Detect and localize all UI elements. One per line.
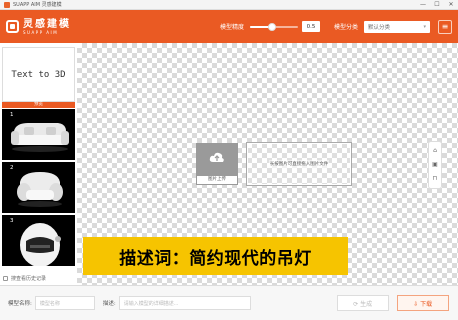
text-to-3d-label: Text to 3D [11, 69, 66, 80]
thumbnail-3[interactable]: 3 [2, 215, 75, 266]
thumbnail-1[interactable]: 1 [2, 109, 75, 160]
precision-slider[interactable] [249, 22, 298, 31]
screenshot-icon[interactable]: ▣ [432, 161, 438, 169]
thumbnail-number: 1 [10, 112, 14, 118]
menu-button[interactable]: ≡ [438, 19, 452, 34]
cloud-upload-icon [209, 152, 224, 162]
category-label: 模型分类 [333, 24, 358, 31]
minimize-icon[interactable]: — [416, 0, 430, 10]
history-icon [3, 275, 8, 281]
description-input[interactable]: 请输入模型的详细描述... [118, 296, 251, 310]
app-header: 灵感建模 SUAPP AIM 模型精度 0.5 模型分类 默认分类 ▾ ≡ [0, 10, 458, 43]
precision-value-input[interactable]: 0.5 [301, 21, 320, 32]
prompt-caption: 描述词：简约现代的吊灯 [83, 237, 348, 275]
bottom-bar: 模型名称: 模型名称 描述: 请输入模型的详细描述... ⟳ 生成 ⇩ 下载 [0, 285, 458, 320]
history-link[interactable]: 搜查看历史记录 [0, 271, 77, 285]
maximize-icon[interactable]: ☐ [430, 0, 444, 10]
precision-label: 模型精度 [219, 24, 244, 31]
thumbnail-2[interactable]: 2 [2, 162, 75, 213]
download-button[interactable]: ⇩ 下载 [396, 295, 449, 311]
model-name-label: 模型名称: [8, 301, 32, 307]
thumbnail-number: 2 [10, 165, 14, 171]
image-drop-zone[interactable]: 长按图片可直接拖入图片文件 [246, 142, 352, 186]
logo-subtitle: SUAPP AIM [23, 29, 59, 35]
window-controls: — ☐ ✕ [416, 0, 458, 10]
window-title: SUAPP AIM 灵感建模 [13, 2, 62, 8]
app-icon [4, 1, 10, 8]
caption-text: 描述词：简约现代的吊灯 [119, 248, 312, 269]
title-bar: SUAPP AIM 灵感建模 — ☐ ✕ [0, 0, 458, 10]
logo: 灵感建模 SUAPP AIM [6, 19, 71, 35]
history-label: 搜查看历史记录 [11, 275, 47, 282]
home-icon[interactable]: ⌂ [433, 147, 437, 155]
logo-mark-icon [6, 20, 19, 33]
sidebar: Text to 3D 预览 1 2 3 搜查看历史记录 [0, 43, 77, 285]
header-controls: 模型精度 0.5 模型分类 默认分类 ▾ ≡ [219, 19, 458, 34]
upload-label: 图片上传 [196, 175, 238, 185]
logo-title: 灵感建模 [23, 18, 71, 30]
description-label: 描述: [102, 301, 116, 307]
slider-thumb[interactable] [267, 22, 276, 31]
category-selected-value: 默认分类 [368, 24, 391, 31]
frame-icon[interactable]: ⊓ [433, 175, 438, 183]
view-toolbar: ⌂ ▣ ⊓ [428, 141, 442, 189]
chevron-down-icon: ▾ [423, 23, 426, 30]
text-to-3d-card[interactable]: Text to 3D [2, 47, 75, 102]
model-name-input[interactable]: 模型名称 [34, 296, 95, 310]
upload-button[interactable]: 图片上传 [196, 143, 238, 185]
close-icon[interactable]: ✕ [444, 0, 458, 10]
thumbnail-number: 3 [10, 218, 14, 224]
category-select[interactable]: 默认分类 ▾ [364, 20, 430, 33]
drop-hint: 长按图片可直接拖入图片文件 [268, 160, 330, 168]
selected-tag: 预览 [2, 102, 75, 108]
generate-button[interactable]: ⟳ 生成 [336, 295, 389, 311]
